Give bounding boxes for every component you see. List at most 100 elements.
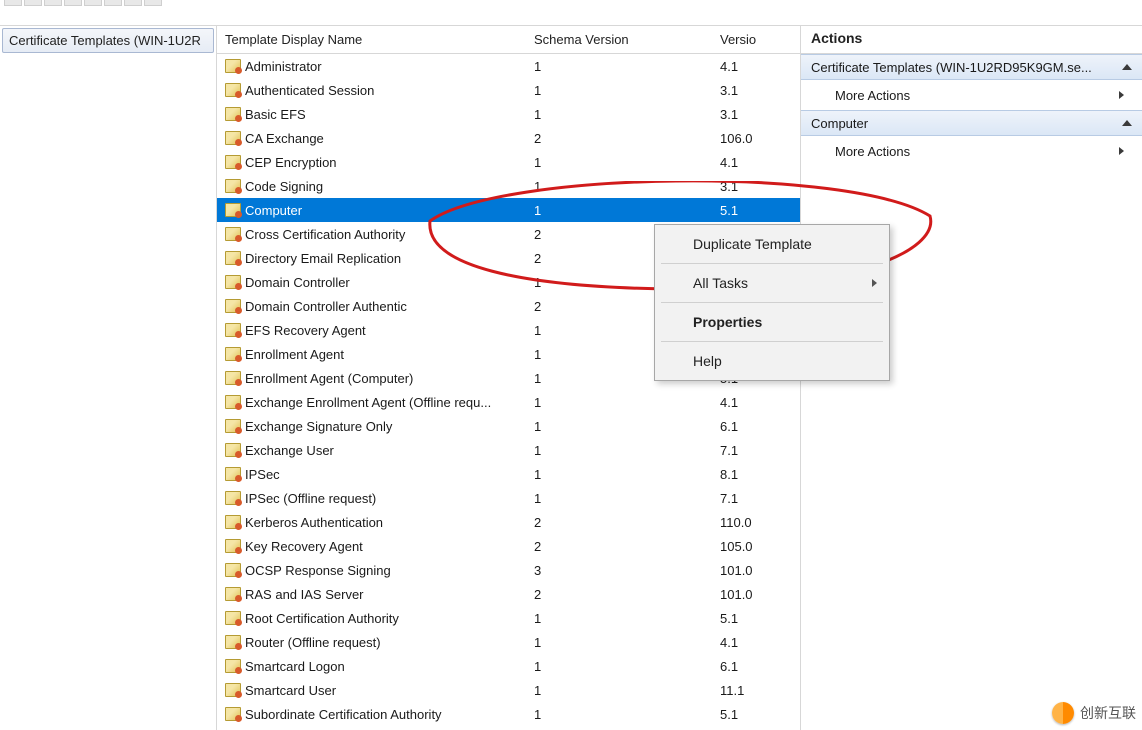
menu-help[interactable]: Help	[657, 344, 887, 378]
template-name-label: Authenticated Session	[245, 83, 374, 98]
template-list-pane: Template Display Name Schema Version Ver…	[217, 26, 801, 730]
actions-group-computer[interactable]: Computer	[801, 110, 1142, 136]
table-row[interactable]: CEP Encryption14.1	[217, 150, 800, 174]
toolbar-button[interactable]	[124, 0, 142, 6]
list-body[interactable]: Administrator14.1Authenticated Session13…	[217, 54, 800, 730]
template-name-label: Exchange User	[245, 443, 334, 458]
certificate-template-icon	[225, 371, 241, 385]
toolbar-button[interactable]	[64, 0, 82, 6]
certificate-template-icon	[225, 707, 241, 721]
toolbar-button[interactable]	[44, 0, 62, 6]
cell-template-name: Cross Certification Authority	[217, 227, 534, 242]
cell-version: 4.1	[720, 395, 800, 410]
template-name-label: Router (Offline request)	[245, 635, 381, 650]
cell-template-name: Exchange Enrollment Agent (Offline requ.…	[217, 395, 534, 410]
cell-template-name: Enrollment Agent (Computer)	[217, 371, 534, 386]
list-header: Template Display Name Schema Version Ver…	[217, 26, 800, 54]
certificate-template-icon	[225, 107, 241, 121]
table-row[interactable]: Exchange Enrollment Agent (Offline requ.…	[217, 390, 800, 414]
template-name-label: IPSec	[245, 467, 280, 482]
cell-template-name: IPSec (Offline request)	[217, 491, 534, 506]
cell-schema-version: 1	[534, 635, 720, 650]
certificate-template-icon	[225, 251, 241, 265]
certificate-template-icon	[225, 635, 241, 649]
cell-template-name: RAS and IAS Server	[217, 587, 534, 602]
table-row[interactable]: Router (Offline request)14.1	[217, 630, 800, 654]
cell-template-name: IPSec	[217, 467, 534, 482]
table-row[interactable]: IPSec (Offline request)17.1	[217, 486, 800, 510]
certificate-template-icon	[225, 443, 241, 457]
template-name-label: Root Certification Authority	[245, 611, 399, 626]
table-row[interactable]: Subordinate Certification Authority15.1	[217, 702, 800, 726]
certificate-template-icon	[225, 203, 241, 217]
table-row[interactable]: Key Recovery Agent2105.0	[217, 534, 800, 558]
column-header-version[interactable]: Versio	[720, 32, 800, 47]
cell-version: 101.0	[720, 563, 800, 578]
certificate-template-icon	[225, 659, 241, 673]
table-row[interactable]: CA Exchange2106.0	[217, 126, 800, 150]
table-row[interactable]: Smartcard Logon16.1	[217, 654, 800, 678]
template-name-label: Cross Certification Authority	[245, 227, 405, 242]
table-row[interactable]: Exchange User17.1	[217, 438, 800, 462]
context-menu: Duplicate Template All Tasks Properties …	[654, 224, 890, 381]
template-name-label: Directory Email Replication	[245, 251, 401, 266]
column-header-schema[interactable]: Schema Version	[534, 32, 720, 47]
certificate-template-icon	[225, 587, 241, 601]
cell-schema-version: 1	[534, 467, 720, 482]
menu-duplicate-template[interactable]: Duplicate Template	[657, 227, 887, 261]
cell-version: 11.1	[720, 683, 800, 698]
cell-template-name: Smartcard Logon	[217, 659, 534, 674]
cell-schema-version: 1	[534, 491, 720, 506]
cell-version: 7.1	[720, 443, 800, 458]
certificate-template-icon	[225, 515, 241, 529]
cell-version: 3.1	[720, 83, 800, 98]
template-name-label: OCSP Response Signing	[245, 563, 391, 578]
table-row[interactable]: OCSP Response Signing3101.0	[217, 558, 800, 582]
toolbar-button[interactable]	[144, 0, 162, 6]
actions-more-2[interactable]: More Actions	[801, 136, 1142, 166]
table-row[interactable]: RAS and IAS Server2101.0	[217, 582, 800, 606]
submenu-arrow-icon	[1119, 147, 1124, 155]
menu-all-tasks[interactable]: All Tasks	[657, 266, 887, 300]
certificate-template-icon	[225, 395, 241, 409]
table-row[interactable]: Smartcard User111.1	[217, 678, 800, 702]
template-name-label: Administrator	[245, 59, 322, 74]
tree-node-certificate-templates[interactable]: Certificate Templates (WIN-1U2R	[2, 28, 214, 53]
toolbar-button[interactable]	[104, 0, 122, 6]
certificate-template-icon	[225, 683, 241, 697]
template-name-label: Smartcard User	[245, 683, 336, 698]
toolbar-button[interactable]	[24, 0, 42, 6]
certificate-template-icon	[225, 611, 241, 625]
toolbar-button[interactable]	[4, 0, 22, 6]
table-row[interactable]: Exchange Signature Only16.1	[217, 414, 800, 438]
table-row[interactable]: Authenticated Session13.1	[217, 78, 800, 102]
submenu-arrow-icon	[872, 279, 877, 287]
column-header-name[interactable]: Template Display Name	[217, 32, 534, 47]
cell-template-name: Basic EFS	[217, 107, 534, 122]
cell-schema-version: 1	[534, 179, 720, 194]
cell-version: 4.1	[720, 59, 800, 74]
cell-template-name: Subordinate Certification Authority	[217, 707, 534, 722]
actions-more-1[interactable]: More Actions	[801, 80, 1142, 110]
cell-version: 110.0	[720, 515, 800, 530]
table-row[interactable]: Root Certification Authority15.1	[217, 606, 800, 630]
table-row[interactable]: Basic EFS13.1	[217, 102, 800, 126]
cell-template-name: Domain Controller Authentic	[217, 299, 534, 314]
actions-group-certificate-templates[interactable]: Certificate Templates (WIN-1U2RD95K9GM.s…	[801, 54, 1142, 80]
table-row[interactable]: Kerberos Authentication2110.0	[217, 510, 800, 534]
cell-template-name: Enrollment Agent	[217, 347, 534, 362]
certificate-template-icon	[225, 419, 241, 433]
menu-properties[interactable]: Properties	[657, 305, 887, 339]
table-row[interactable]: IPSec 18.1	[217, 462, 800, 486]
menu-all-tasks-label: All Tasks	[693, 275, 748, 291]
table-row[interactable]: Administrator14.1	[217, 54, 800, 78]
menu-separator	[661, 302, 883, 303]
cell-template-name: Computer	[217, 203, 534, 218]
cell-schema-version: 2	[534, 131, 720, 146]
template-name-label: Computer	[245, 203, 302, 218]
table-row[interactable]: Code Signing13.1	[217, 174, 800, 198]
table-row[interactable]: Computer15.1	[217, 198, 800, 222]
toolbar-button[interactable]	[84, 0, 102, 6]
cell-version: 8.1	[720, 467, 800, 482]
cell-version: 7.1	[720, 491, 800, 506]
